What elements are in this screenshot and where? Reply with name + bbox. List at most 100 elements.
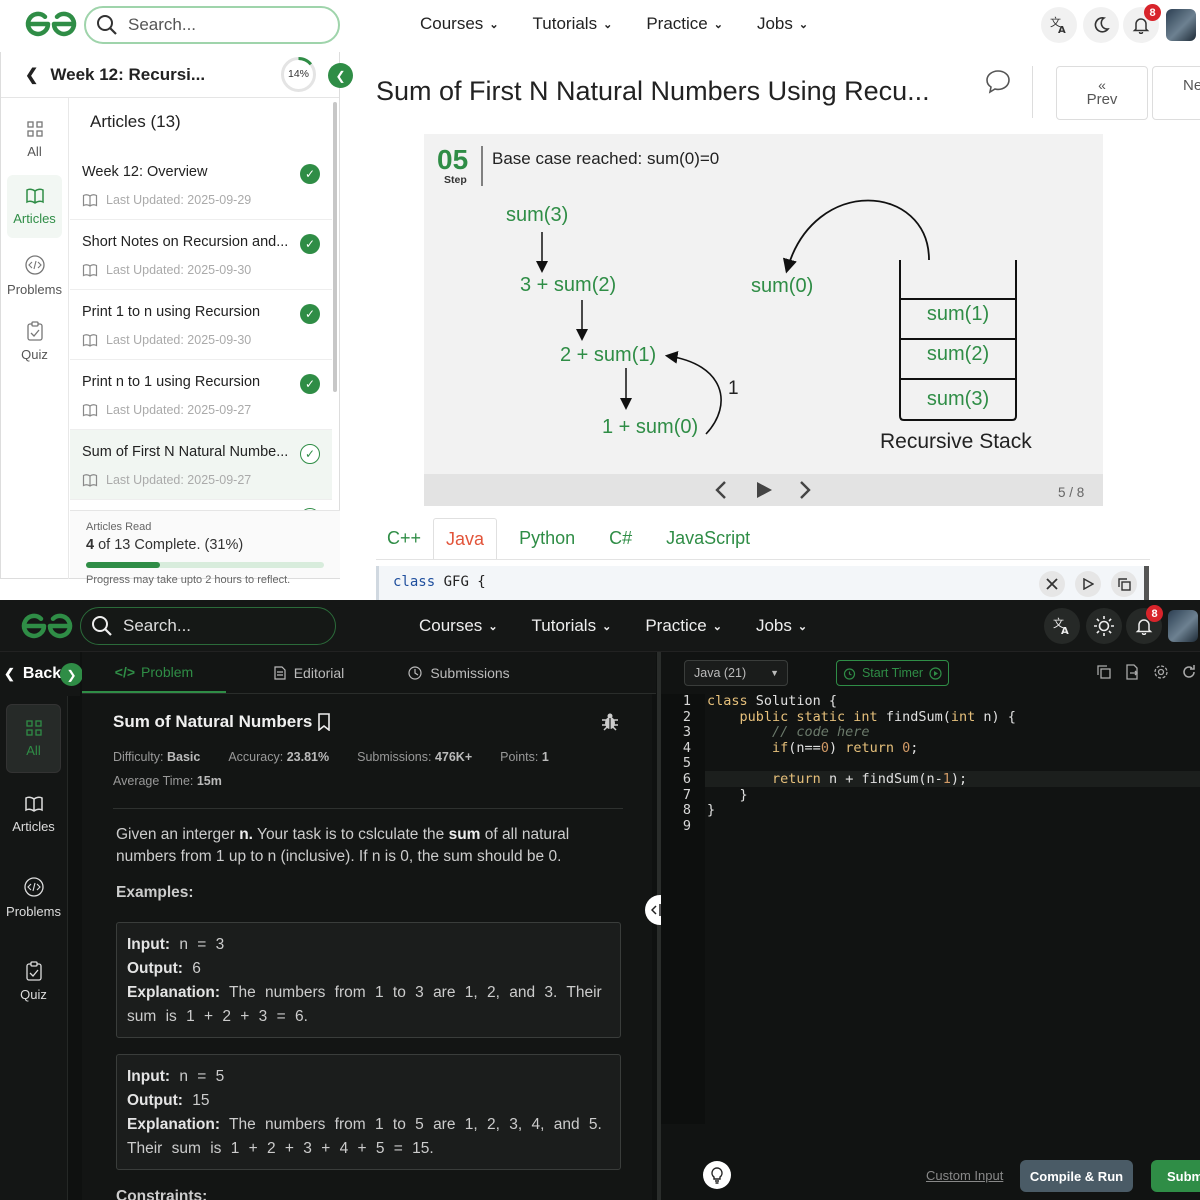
line-number: 5 <box>682 755 691 772</box>
rail-quiz[interactable]: Quiz <box>1 309 68 374</box>
list-item[interactable]: Print n to 1 using Recursion Last Update… <box>70 360 332 430</box>
run-icon[interactable] <box>1075 571 1101 597</box>
nav-practice[interactable]: Practice ⌄ <box>646 14 723 34</box>
next-button[interactable]: Ne <box>1152 66 1200 120</box>
returned-call: sum(0) <box>751 275 814 297</box>
article-title: Print n to 1 using Recursion <box>82 374 261 390</box>
search-input[interactable]: Search... <box>80 607 336 645</box>
call-sum1: 2 + sum(1) <box>560 344 657 366</box>
line-number: 7 <box>682 786 691 803</box>
comment-icon[interactable] <box>984 68 1012 94</box>
export-icon[interactable] <box>1124 664 1140 680</box>
settings-icon[interactable] <box>1153 664 1169 680</box>
chevron-down-icon: ⌄ <box>603 18 613 31</box>
tab-csharp[interactable]: C# <box>587 518 644 559</box>
tab-java[interactable]: Java <box>433 518 498 559</box>
tab-problem[interactable]: </> Problem <box>82 652 226 693</box>
translate-icon[interactable]: 文A <box>1044 608 1080 644</box>
check-icon: ✓ <box>300 304 320 324</box>
list-item-active[interactable]: Sum of First N Natural Numbe... Last Upd… <box>70 430 332 500</box>
nav-courses[interactable]: Courses ⌄ <box>420 14 499 34</box>
clipboard-icon <box>25 961 42 981</box>
play-icon[interactable] <box>754 480 774 500</box>
articles-read-box: Articles Read 4 of 13 Complete. (31%) Pr… <box>70 510 340 586</box>
tab-submissions[interactable]: Submissions <box>392 652 526 693</box>
list-item[interactable]: Week 12: Overview Last Updated: 2025-09-… <box>70 150 332 220</box>
nav-practice[interactable]: Practice ⌄ <box>645 616 722 636</box>
bug-report-icon[interactable] <box>600 712 620 732</box>
avatar[interactable] <box>1166 9 1196 41</box>
slide-prev-icon[interactable] <box>712 479 730 501</box>
translate-icon[interactable]: 文A <box>1041 7 1077 43</box>
tab-editorial[interactable]: Editorial <box>226 652 392 693</box>
call-sum0: 1 + sum(0) <box>602 416 699 438</box>
list-item[interactable]: Print 1 to n using Recursion Last Update… <box>70 290 332 360</box>
next-label: Ne <box>1183 77 1200 94</box>
rail-articles[interactable]: Articles <box>0 783 67 846</box>
bookmark-icon[interactable] <box>316 713 332 731</box>
rail-all[interactable]: All <box>6 704 61 773</box>
expand-sidebar-icon[interactable]: ❯ <box>60 663 83 686</box>
rail-all[interactable]: All <box>1 108 68 171</box>
book-icon <box>25 188 44 204</box>
gfg-logo[interactable] <box>24 8 78 40</box>
articles-progress-bar <box>86 562 324 568</box>
problem-title: Sum of Natural Numbers <box>113 712 313 731</box>
copy-icon[interactable] <box>1096 664 1112 680</box>
rail-problems[interactable]: Problems <box>0 864 67 931</box>
avatar[interactable] <box>1168 610 1198 642</box>
nav-jobs[interactable]: Jobs ⌄ <box>756 616 807 636</box>
example-output: 6 <box>192 960 201 977</box>
nav-tutorials[interactable]: Tutorials ⌄ <box>532 616 612 636</box>
example-box: Input: n = 5 Output: 15 Explanation: The… <box>116 1054 621 1170</box>
lightbulb-icon[interactable] <box>703 1161 731 1189</box>
language-select[interactable]: Java (21) ▼ <box>684 660 788 686</box>
dark-mode-icon[interactable] <box>1083 7 1119 43</box>
tab-cpp[interactable]: C++ <box>376 518 433 559</box>
complete-count: 4 <box>86 537 95 553</box>
gfg-logo[interactable] <box>20 610 74 642</box>
tab-javascript[interactable]: JavaScript <box>644 518 762 559</box>
book-icon <box>82 404 98 417</box>
tab-python[interactable]: Python <box>497 518 587 559</box>
close-icon[interactable] <box>1039 571 1065 597</box>
statement-bold: n. <box>239 826 253 843</box>
rail-problems[interactable]: Problems <box>1 242 68 309</box>
week-title[interactable]: Week 12: Recursi... <box>50 65 205 85</box>
scrollbar[interactable] <box>333 102 337 392</box>
collapse-sidebar-icon[interactable]: ❮ <box>328 63 353 88</box>
slide-next-icon[interactable] <box>796 479 814 501</box>
line-number: 8 <box>682 802 691 819</box>
start-timer-button[interactable]: Start Timer <box>836 660 949 686</box>
progress-note: Progress may take upto 2 hours to reflec… <box>86 574 291 586</box>
article-list: Articles (13) Week 12: Overview Last Upd… <box>70 98 332 558</box>
rail-articles[interactable]: Articles <box>7 175 62 238</box>
light-mode-icon[interactable] <box>1086 608 1122 644</box>
nav-label: Jobs <box>756 14 793 33</box>
compile-run-button[interactable]: Compile & Run <box>1020 1160 1133 1192</box>
submit-button[interactable]: Submi <box>1151 1160 1200 1192</box>
main-nav: Courses ⌄ Tutorials ⌄ Practice ⌄ Jobs ⌄ <box>420 14 808 34</box>
editor-panel: Java (21) ▼ Start Timer 123456789 class … <box>661 652 1200 1200</box>
prev-button[interactable]: « Prev <box>1056 66 1148 120</box>
call-sum3: sum(3) <box>506 204 569 226</box>
problem-title-row: Sum of Natural Numbers <box>113 712 332 732</box>
nav-label: Practice <box>645 616 707 635</box>
book-icon <box>82 474 98 487</box>
nav-courses[interactable]: Courses ⌄ <box>419 616 498 636</box>
recursion-slide: 05 Step Base case reached: sum(0)=0 sum(… <box>424 134 1103 506</box>
nav-jobs[interactable]: Jobs ⌄ <box>757 14 808 34</box>
copy-icon[interactable] <box>1111 571 1137 597</box>
custom-input-link[interactable]: Custom Input <box>926 1168 1003 1183</box>
scrollbar[interactable] <box>1144 566 1149 600</box>
book-icon <box>24 796 43 812</box>
reset-icon[interactable] <box>1181 664 1197 680</box>
back-chevron-icon[interactable]: ❮ <box>25 65 38 85</box>
rail-quiz[interactable]: Quiz <box>0 949 67 1014</box>
slide-counter: 5 / 8 <box>1058 485 1085 500</box>
list-item[interactable]: Short Notes on Recursion and... Last Upd… <box>70 220 332 290</box>
code-editor[interactable]: class Solution { public static int findS… <box>707 693 1016 819</box>
light-screen: Search... Courses ⌄ Tutorials ⌄ Practice ⌄ … <box>0 0 1200 600</box>
search-input[interactable]: Search... <box>84 6 340 44</box>
nav-tutorials[interactable]: Tutorials ⌄ <box>533 14 613 34</box>
